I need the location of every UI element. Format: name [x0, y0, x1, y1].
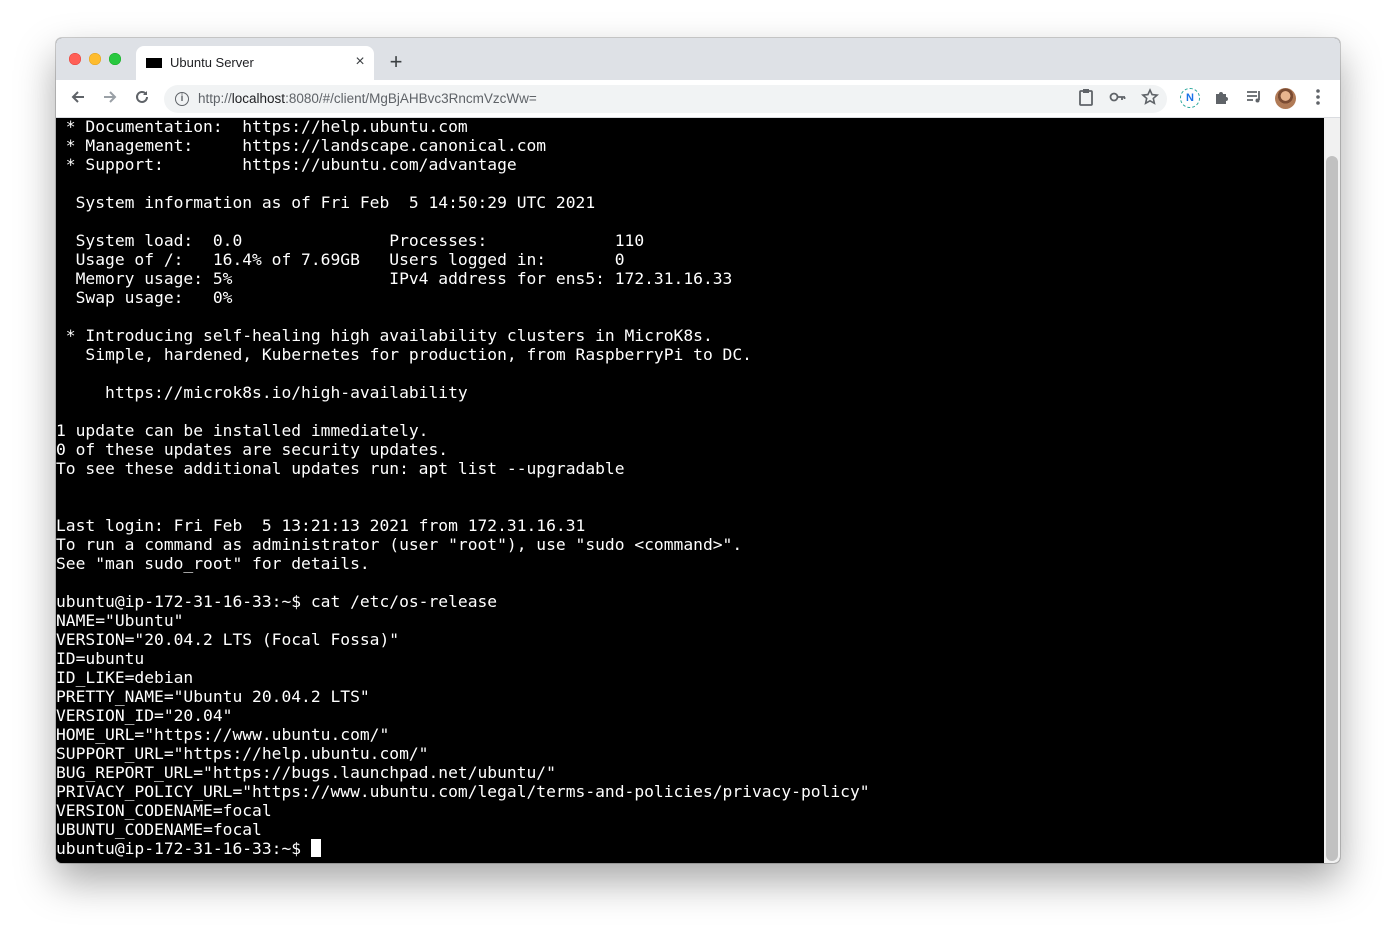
terminal-cursor[interactable] — [310, 839, 321, 857]
maximize-window-button[interactable] — [109, 53, 121, 65]
terminal-line: BUG_REPORT_URL="https://bugs.launchpad.n… — [56, 763, 556, 782]
terminal-scrollbar[interactable] — [1324, 118, 1340, 863]
terminal-line: * Support: https://ubuntu.com/advantage — [56, 155, 517, 174]
address-bar[interactable]: i http://localhost:8080/#/client/MgBjAHB… — [164, 85, 1167, 113]
clipboard-icon[interactable] — [1076, 88, 1096, 108]
terminal-line: ID_LIKE=debian — [56, 668, 194, 687]
tab-title: Ubuntu Server — [170, 55, 254, 70]
terminal-line: To run a command as administrator (user … — [56, 535, 743, 554]
arrow-left-icon[interactable] — [68, 88, 88, 108]
key-icon[interactable] — [1108, 88, 1128, 108]
terminal-favicon-icon — [146, 58, 162, 68]
terminal-line: To see these additional updates run: apt… — [56, 459, 625, 478]
terminal-line: System load: 0.0 Processes: 110 — [56, 231, 645, 250]
close-icon[interactable]: × — [352, 54, 368, 70]
new-tab-button[interactable]: + — [386, 51, 406, 73]
terminal-line: PRIVACY_POLICY_URL="https://www.ubuntu.c… — [56, 782, 870, 801]
minimize-window-button[interactable] — [89, 53, 101, 65]
n-extension-icon[interactable]: N — [1180, 88, 1200, 108]
arrow-right-icon[interactable] — [100, 88, 120, 108]
browser-window: Ubuntu Server × + i http://localhost:808… — [56, 38, 1340, 863]
terminal-line: 0 of these updates are security updates. — [56, 440, 449, 459]
tab-strip: Ubuntu Server × + — [56, 38, 1340, 80]
terminal-line: Swap usage: 0% — [56, 288, 233, 307]
terminal-line: VERSION_ID="20.04" — [56, 706, 233, 725]
url-rest: :8080/#/client/MgBjAHBvc3RncmVzcWw= — [285, 91, 537, 106]
terminal-prompt: ubuntu@ip-172-31-16-33:~$ — [56, 839, 311, 858]
tab-ubuntu-server[interactable]: Ubuntu Server × — [136, 46, 374, 80]
reload-icon[interactable] — [132, 88, 152, 108]
terminal-line: NAME="Ubuntu" — [56, 611, 184, 630]
url-host: localhost — [231, 91, 286, 106]
puzzle-icon[interactable] — [1212, 88, 1232, 108]
kebab-menu-icon[interactable] — [1308, 88, 1328, 108]
terminal-line: https://microk8s.io/high-availability — [56, 383, 468, 402]
terminal-line: * Introducing self-healing high availabi… — [56, 326, 713, 345]
close-window-button[interactable] — [69, 53, 81, 65]
terminal-line: VERSION="20.04.2 LTS (Focal Fossa)" — [56, 630, 400, 649]
info-icon[interactable]: i — [175, 92, 189, 106]
terminal-line: UBUNTU_CODENAME=focal — [56, 820, 262, 839]
terminal-line: See "man sudo_root" for details. — [56, 554, 370, 573]
terminal-output: * Documentation: https://help.ubuntu.com… — [56, 118, 870, 858]
terminal-line: Usage of /: 16.4% of 7.69GB Users logged… — [56, 250, 625, 269]
terminal-line: HOME_URL="https://www.ubuntu.com/" — [56, 725, 390, 744]
terminal-line: * Management: https://landscape.canonica… — [56, 136, 547, 155]
url-scheme: http:// — [198, 91, 232, 106]
terminal-view[interactable]: * Documentation: https://help.ubuntu.com… — [56, 118, 1324, 863]
terminal-line: ubuntu@ip-172-31-16-33:~$ cat /etc/os-re… — [56, 592, 498, 611]
terminal-line: SUPPORT_URL="https://help.ubuntu.com/" — [56, 744, 429, 763]
media-queue-icon[interactable] — [1244, 88, 1264, 108]
avatar[interactable] — [1275, 88, 1296, 109]
terminal-line: * Documentation: https://help.ubuntu.com — [56, 118, 468, 136]
terminal-line: 1 update can be installed immediately. — [56, 421, 429, 440]
terminal-line: Simple, hardened, Kubernetes for product… — [56, 345, 752, 364]
terminal-line: Memory usage: 5% IPv4 address for ens5: … — [56, 269, 733, 288]
browser-toolbar: i http://localhost:8080/#/client/MgBjAHB… — [56, 80, 1340, 118]
terminal-line: PRETTY_NAME="Ubuntu 20.04.2 LTS" — [56, 687, 370, 706]
scrollbar-thumb[interactable] — [1326, 156, 1338, 861]
url-text[interactable]: http://localhost:8080/#/client/MgBjAHBvc… — [198, 91, 537, 106]
terminal-line: ID=ubuntu — [56, 649, 145, 668]
terminal-line: VERSION_CODENAME=focal — [56, 801, 272, 820]
star-icon[interactable] — [1140, 88, 1160, 108]
terminal-line: Last login: Fri Feb 5 13:21:13 2021 from… — [56, 516, 586, 535]
terminal-line: System information as of Fri Feb 5 14:50… — [56, 193, 596, 212]
